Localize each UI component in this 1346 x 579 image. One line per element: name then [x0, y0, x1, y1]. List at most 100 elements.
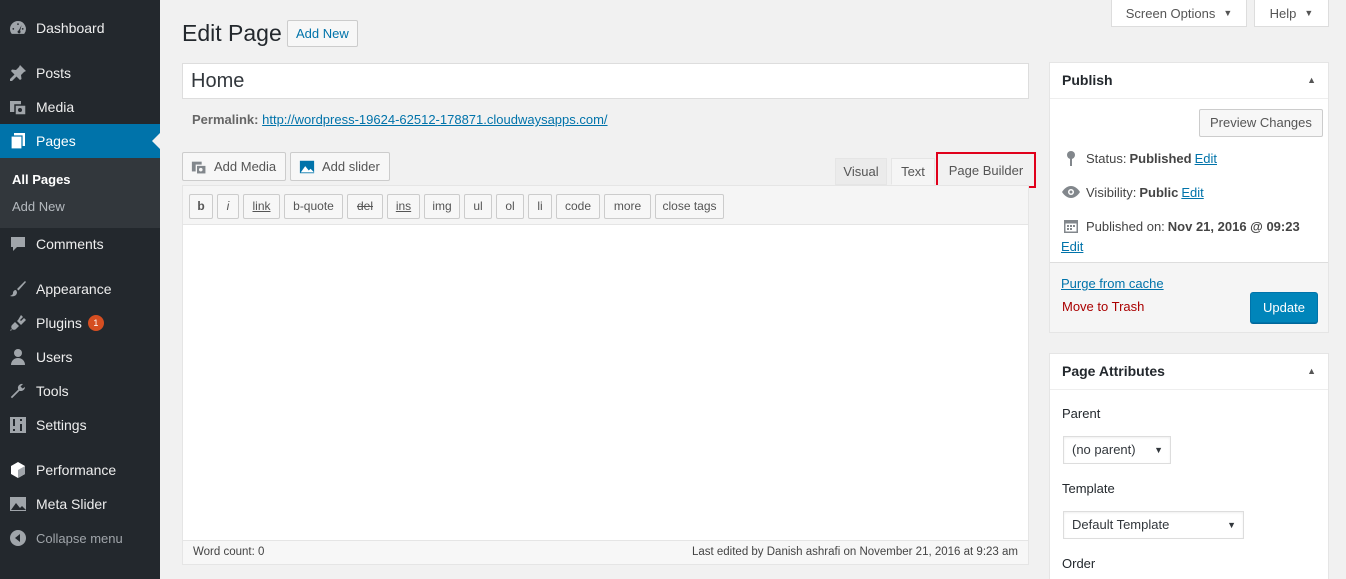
menu-appearance[interactable]: Appearance [0, 272, 160, 306]
quicktag-link[interactable]: link [243, 194, 280, 219]
menu-dashboard[interactable]: Dashboard [0, 11, 160, 45]
screen-options-button[interactable]: Screen Options ▼ [1111, 0, 1247, 27]
eye-icon [1062, 183, 1080, 201]
quicktag-close-tags[interactable]: close tags [655, 194, 724, 219]
submenu-add-new[interactable]: Add New [12, 199, 65, 214]
wrench-icon [8, 381, 28, 401]
menu-media[interactable]: Media [0, 90, 160, 124]
menu-label: Plugins [36, 315, 82, 331]
content-editor[interactable]: b i link b-quote del ins img ul ol li co… [182, 185, 1029, 565]
add-media-button[interactable]: Add Media [182, 152, 287, 181]
visibility-value: Public [1139, 184, 1179, 200]
settings-icon [8, 415, 28, 435]
menu-label: Media [36, 99, 75, 115]
tab-visual[interactable]: Visual [835, 158, 887, 185]
menu-label: Dashboard [36, 20, 105, 36]
menu-label: Pages [36, 133, 76, 149]
publish-actions: Purge from cache Move to Trash Update [1050, 262, 1328, 332]
preview-changes-button[interactable]: Preview Changes [1199, 109, 1323, 137]
published-label: Published on: [1086, 218, 1165, 234]
status-row: Status: Published Edit [1062, 149, 1217, 167]
menu-label: Appearance [36, 281, 112, 297]
menu-label: Tools [36, 383, 69, 399]
menu-settings[interactable]: Settings [0, 408, 160, 442]
page-title: Edit Page [182, 20, 282, 46]
menu-label: Performance [36, 462, 117, 478]
menu-label: Posts [36, 65, 72, 81]
update-count-badge: 1 [87, 315, 104, 331]
pages-icon [8, 131, 28, 151]
published-on-row: Published on: Nov 21, 2016 @ 09:23 [1062, 217, 1303, 235]
parent-select[interactable]: (no parent) ▼ [1063, 436, 1171, 464]
permalink-label: Permalink: [192, 112, 259, 127]
chevron-down-icon: ▼ [1154, 445, 1163, 455]
publish-box-header[interactable]: Publish ▲ [1050, 63, 1328, 99]
metaslider-icon [8, 494, 28, 514]
plugin-icon [8, 313, 28, 333]
add-slider-button[interactable]: Add slider [290, 152, 390, 181]
add-slider-label: Add slider [322, 159, 380, 174]
menu-label: Comments [36, 236, 104, 252]
users-icon [8, 347, 28, 367]
pin-icon [1062, 149, 1080, 167]
menu-performance[interactable]: Performance [0, 453, 160, 487]
page-attributes-header[interactable]: Page Attributes ▲ [1050, 354, 1328, 390]
quicktag-li[interactable]: li [528, 194, 552, 219]
publish-title: Publish [1062, 72, 1113, 88]
media-icon [190, 158, 208, 176]
quicktag-bold[interactable]: b [189, 194, 213, 219]
quicktag-del[interactable]: del [347, 194, 383, 219]
edit-visibility-link[interactable]: Edit [1181, 185, 1203, 200]
help-button[interactable]: Help ▼ [1254, 0, 1329, 27]
update-button[interactable]: Update [1250, 292, 1318, 323]
quicktag-blockquote[interactable]: b-quote [284, 194, 343, 219]
quicktag-ins[interactable]: ins [387, 194, 420, 219]
quicktag-code[interactable]: code [556, 194, 600, 219]
quicktag-italic[interactable]: i [217, 194, 239, 219]
collapse-icon [8, 528, 28, 548]
quicktag-img[interactable]: img [424, 194, 460, 219]
add-new-button[interactable]: Add New [287, 20, 358, 47]
collapse-arrow-icon[interactable]: ▲ [1307, 63, 1316, 98]
post-title-input[interactable]: Home [182, 63, 1029, 99]
media-icon [8, 97, 28, 117]
chevron-down-icon: ▼ [1227, 520, 1236, 530]
page-attributes-box: Page Attributes ▲ Parent (no parent) ▼ T… [1049, 353, 1329, 579]
permalink: Permalink: http://wordpress-19624-62512-… [192, 112, 608, 127]
tab-text[interactable]: Text [891, 158, 935, 185]
menu-plugins[interactable]: Plugins 1 [0, 306, 160, 340]
menu-tools[interactable]: Tools [0, 374, 160, 408]
screen-options-label: Screen Options [1125, 5, 1216, 21]
comment-icon [8, 234, 28, 254]
visibility-label: Visibility: [1086, 184, 1137, 200]
menu-meta-slider[interactable]: Meta Slider [0, 487, 160, 521]
published-value: Nov 21, 2016 @ 09:23 [1167, 218, 1300, 234]
menu-users[interactable]: Users [0, 340, 160, 374]
quicktag-ul[interactable]: ul [464, 194, 492, 219]
metaslider-icon [298, 158, 316, 176]
tab-page-builder[interactable]: Page Builder [936, 152, 1036, 188]
pages-submenu: All Pages Add New [0, 158, 160, 228]
collapse-arrow-icon[interactable]: ▲ [1307, 354, 1316, 389]
add-media-label: Add Media [214, 159, 277, 174]
purge-cache-link[interactable]: Purge from cache [1061, 276, 1164, 291]
menu-pages[interactable]: Pages [0, 124, 160, 158]
quicktag-more[interactable]: more [604, 194, 651, 219]
collapse-menu-button[interactable]: Collapse menu [0, 521, 160, 555]
menu-label: Collapse menu [36, 530, 123, 546]
permalink-link[interactable]: http://wordpress-19624-62512-178871.clou… [262, 112, 607, 127]
template-select-value: Default Template [1072, 517, 1170, 532]
menu-posts[interactable]: Posts [0, 56, 160, 90]
edit-date-link[interactable]: Edit [1061, 239, 1083, 254]
page-attributes-title: Page Attributes [1062, 363, 1165, 379]
help-label: Help [1269, 5, 1297, 21]
submenu-all-pages[interactable]: All Pages [12, 172, 71, 187]
menu-comments[interactable]: Comments [0, 227, 160, 261]
visibility-row: Visibility: Public Edit [1062, 183, 1204, 201]
menu-label: Meta Slider [36, 496, 107, 512]
move-to-trash-link[interactable]: Move to Trash [1062, 299, 1144, 314]
quicktag-ol[interactable]: ol [496, 194, 524, 219]
calendar-icon [1062, 217, 1080, 235]
template-select[interactable]: Default Template ▼ [1063, 511, 1244, 539]
edit-status-link[interactable]: Edit [1195, 151, 1217, 166]
